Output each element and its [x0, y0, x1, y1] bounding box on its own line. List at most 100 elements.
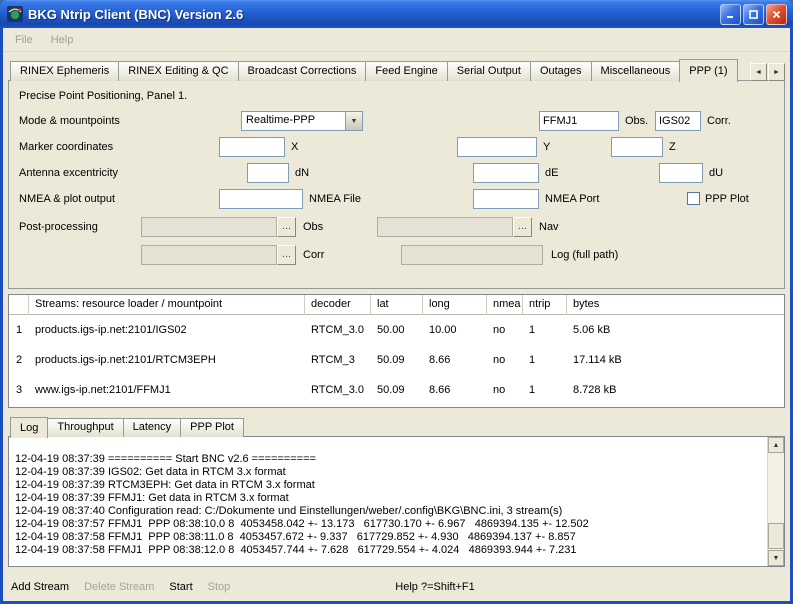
nmea-port-label: NMEA Port [545, 189, 599, 209]
tab-log[interactable]: Log [10, 417, 48, 438]
delete-stream-button[interactable]: Delete Stream [84, 581, 154, 593]
tab-outages[interactable]: Outages [530, 61, 592, 81]
stream-row[interactable]: 3 www.igs-ip.net:2101/FFMJ1 RTCM_3.0 50.… [9, 375, 784, 405]
long-cell: 10.00 [423, 324, 487, 336]
mountpoint-header: Streams: resource loader / mountpoint [29, 295, 305, 315]
app-icon [7, 6, 23, 22]
post-obs-label: Obs [303, 217, 323, 237]
ntrip-cell: 1 [523, 354, 567, 366]
post-log-field [401, 245, 543, 265]
obs-mountpoint-input[interactable] [539, 111, 619, 131]
titlebar[interactable]: BKG Ntrip Client (BNC) Version 2.6 [0, 0, 793, 28]
antenna-label: Antenna excentricity [19, 163, 118, 183]
marker-x-label: X [291, 137, 298, 157]
nmea-cell: no [487, 324, 523, 336]
titlebar-buttons [720, 4, 787, 25]
start-button[interactable]: Start [169, 581, 192, 593]
decoder-cell: RTCM_3.0 [305, 324, 371, 336]
ntrip-cell: 1 [523, 384, 567, 396]
log-tab-bar: Log Throughput Latency PPP Plot [10, 416, 785, 437]
tab-serial-output[interactable]: Serial Output [447, 61, 531, 81]
close-button[interactable] [766, 4, 787, 25]
post-nav-field [377, 217, 513, 237]
post-obs-field [141, 217, 277, 237]
post-processing-row-1: Post-processing ... Obs ... Nav [9, 217, 784, 237]
nmea-header: nmea [487, 295, 523, 315]
scroll-down-icon[interactable]: ▼ [768, 550, 784, 566]
post-processing-label: Post-processing [19, 217, 98, 237]
nmea-file-label: NMEA File [309, 189, 361, 209]
tab-latency[interactable]: Latency [123, 418, 182, 437]
nmea-port-input[interactable] [473, 189, 539, 209]
nmea-file-input[interactable] [219, 189, 303, 209]
ppp-mode-combobox[interactable]: Realtime-PPP ▼ [241, 111, 363, 131]
action-bar: Add Stream Delete Stream Start Stop Help… [11, 577, 782, 597]
log-scrollbar[interactable]: ▲ ▼ [767, 437, 784, 566]
marker-x-input[interactable] [219, 137, 285, 157]
nmea-cell: no [487, 384, 523, 396]
decoder-cell: RTCM_3 [305, 354, 371, 366]
post-corr-browse-button[interactable]: ... [277, 245, 296, 265]
streams-table: Streams: resource loader / mountpoint de… [8, 294, 785, 408]
menu-help[interactable]: Help [42, 31, 83, 49]
menu-bar: File Help [3, 28, 790, 52]
antenna-row: Antenna excentricity dN dE dU [9, 163, 784, 183]
marker-y-input[interactable] [457, 137, 537, 157]
bytes-cell: 17.114 kB [567, 354, 784, 366]
ppp-mode-value: Realtime-PPP [242, 112, 345, 130]
ntrip-header: ntrip [523, 295, 567, 315]
log-line: 12-04-19 08:37:58 FFMJ1 PPP 08:38:12.0 8… [15, 544, 762, 557]
lat-header: lat [371, 295, 423, 315]
antenna-du-input[interactable] [659, 163, 703, 183]
add-stream-button[interactable]: Add Stream [11, 581, 69, 593]
ppp-panel: Precise Point Positioning, Panel 1. Mode… [8, 80, 785, 289]
row-number: 3 [9, 384, 29, 396]
ppp-plot-checkbox[interactable] [687, 192, 700, 205]
nmea-row: NMEA & plot output NMEA File NMEA Port P… [9, 189, 784, 209]
tab-scroll-right-icon[interactable]: ► [768, 63, 785, 81]
stream-row[interactable]: 2 products.igs-ip.net:2101/RTCM3EPH RTCM… [9, 345, 784, 375]
mode-label: Mode & mountpoints [19, 111, 120, 131]
tab-scroll-left-icon[interactable]: ◄ [750, 63, 767, 81]
log-pane: 12-04-19 08:37:39 ========== Start BNC v… [8, 436, 785, 567]
stream-row[interactable]: 1 products.igs-ip.net:2101/IGS02 RTCM_3.… [9, 315, 784, 345]
tab-rinex-ephemeris[interactable]: RINEX Ephemeris [10, 61, 119, 81]
help-hint: Help ?=Shift+F1 [395, 581, 475, 593]
nmea-cell: no [487, 354, 523, 366]
post-nav-browse-button[interactable]: ... [513, 217, 532, 237]
tab-rinex-editing-qc[interactable]: RINEX Editing & QC [118, 61, 238, 81]
log-line: 12-04-19 08:37:40 Configuration read: C:… [15, 505, 762, 518]
log-line: 12-04-19 08:37:39 RTCM3EPH: Get data in … [15, 479, 762, 492]
stop-button[interactable]: Stop [208, 581, 231, 593]
corr-mountpoint-input[interactable] [655, 111, 701, 131]
marker-z-input[interactable] [611, 137, 663, 157]
tab-ppp-1[interactable]: PPP (1) [679, 59, 737, 82]
lat-cell: 50.09 [371, 354, 423, 366]
log-lines: 12-04-19 08:37:39 ========== Start BNC v… [10, 438, 766, 565]
log-line: 12-04-19 08:37:58 FFMJ1 PPP 08:38:11.0 8… [15, 531, 762, 544]
tab-throughput[interactable]: Throughput [47, 418, 123, 437]
log-line: 12-04-19 08:37:39 ========== Start BNC v… [15, 453, 762, 466]
mountpoint-cell: products.igs-ip.net:2101/RTCM3EPH [29, 354, 305, 366]
tab-ppp-plot[interactable]: PPP Plot [180, 418, 244, 437]
marker-z-label: Z [669, 137, 676, 157]
scrollbar-thumb[interactable] [768, 523, 784, 549]
post-obs-browse-button[interactable]: ... [277, 217, 296, 237]
maximize-button[interactable] [743, 4, 764, 25]
marker-y-label: Y [543, 137, 550, 157]
antenna-dn-input[interactable] [247, 163, 289, 183]
mountpoint-cell: products.igs-ip.net:2101/IGS02 [29, 324, 305, 336]
nmea-label: NMEA & plot output [19, 189, 115, 209]
post-nav-label: Nav [539, 217, 559, 237]
tab-miscellaneous[interactable]: Miscellaneous [591, 61, 681, 81]
tab-feed-engine[interactable]: Feed Engine [365, 61, 447, 81]
log-line: 12-04-19 08:37:39 IGS02: Get data in RTC… [15, 466, 762, 479]
tab-broadcast-corrections[interactable]: Broadcast Corrections [238, 61, 367, 81]
scroll-up-icon[interactable]: ▲ [768, 437, 784, 453]
app-window: BKG Ntrip Client (BNC) Version 2.6 File … [0, 0, 793, 604]
bytes-cell: 5.06 kB [567, 324, 784, 336]
minimize-button[interactable] [720, 4, 741, 25]
ntrip-cell: 1 [523, 324, 567, 336]
antenna-de-input[interactable] [473, 163, 539, 183]
menu-file[interactable]: File [6, 31, 42, 49]
